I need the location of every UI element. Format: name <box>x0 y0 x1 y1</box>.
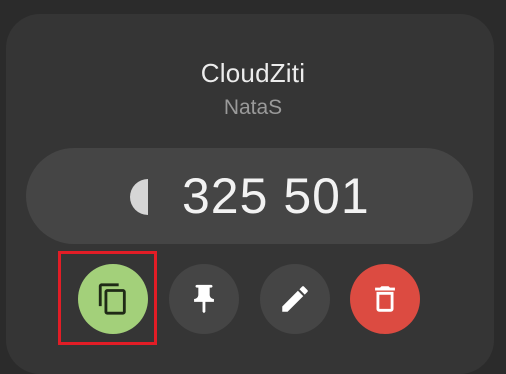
copy-icon <box>98 283 126 315</box>
trash-icon <box>375 286 395 312</box>
timer-progress-icon <box>130 179 148 215</box>
issuer-name: CloudZiti <box>200 58 306 88</box>
edit-button[interactable] <box>260 264 330 334</box>
pencil-icon <box>282 286 308 312</box>
pin-button[interactable] <box>169 264 239 334</box>
otp-code: 325 501 <box>182 168 370 224</box>
account-name: NataS <box>223 96 283 119</box>
delete-button[interactable] <box>350 264 420 334</box>
copy-button[interactable] <box>78 264 148 334</box>
pin-icon <box>194 284 214 314</box>
